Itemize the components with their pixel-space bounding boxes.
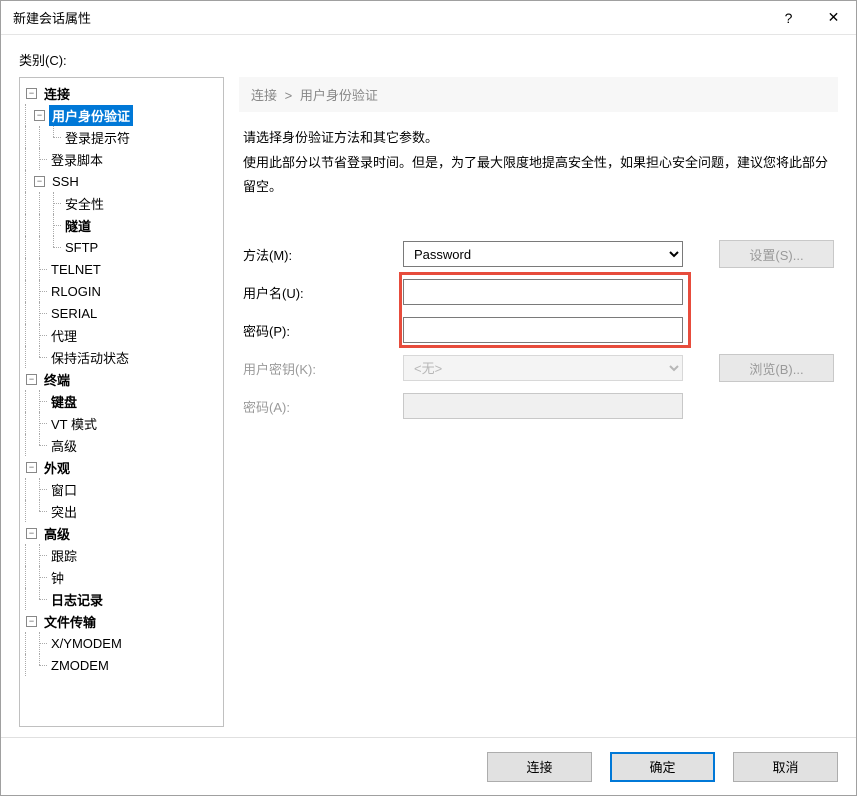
tree-item-log[interactable]: 日志记录 (20, 588, 223, 610)
method-select[interactable]: Password (403, 241, 683, 267)
collapse-icon[interactable]: − (34, 176, 45, 187)
password-input[interactable] (403, 317, 683, 343)
collapse-icon[interactable]: − (26, 528, 37, 539)
password-label: 密码(P): (243, 321, 403, 340)
collapse-icon[interactable]: − (26, 616, 37, 627)
cancel-button[interactable]: 取消 (733, 752, 838, 782)
ok-button[interactable]: 确定 (610, 752, 715, 782)
main-area: − 连接 − 用户身份验证 (19, 77, 838, 727)
tree-item-filetransfer[interactable]: − 文件传输 (20, 610, 223, 632)
content-panel: 连接 > 用户身份验证 请选择身份验证方法和其它参数。 使用此部分以节省登录时间… (239, 77, 838, 727)
settings-button[interactable]: 设置(S)... (719, 240, 834, 268)
tree-item-serial[interactable]: SERIAL (20, 302, 223, 324)
username-label: 用户名(U): (243, 283, 403, 302)
method-label: 方法(M): (243, 245, 403, 264)
tree-item-security[interactable]: 安全性 (20, 192, 223, 214)
collapse-icon[interactable]: − (26, 374, 37, 385)
tree-item-zmodem[interactable]: ZMODEM (20, 654, 223, 676)
tree-item-login-prompt[interactable]: 登录提示符 (20, 126, 223, 148)
close-button[interactable]: ✕ (811, 1, 856, 35)
window-title: 新建会话属性 (13, 8, 766, 27)
tree-item-tunnel[interactable]: 隧道 (20, 214, 223, 236)
passphrase-input (403, 393, 683, 419)
collapse-icon[interactable]: − (26, 88, 37, 99)
category-label: 类别(C): (19, 50, 838, 69)
breadcrumb: 连接 > 用户身份验证 (239, 77, 838, 112)
tree-item-user-auth[interactable]: − 用户身份验证 (20, 104, 223, 126)
breadcrumb-sep: > (285, 88, 293, 103)
tree-item-login-script[interactable]: 登录脚本 (20, 148, 223, 170)
collapse-icon[interactable]: − (34, 110, 45, 121)
desc-line1: 请选择身份验证方法和其它参数。 (243, 126, 834, 151)
breadcrumb-part: 用户身份验证 (300, 88, 378, 103)
tree-item-rlogin[interactable]: RLOGIN (20, 280, 223, 302)
connect-button[interactable]: 连接 (487, 752, 592, 782)
auth-form: 方法(M): Password 设置(S)... 用户名(U): (243, 240, 834, 430)
description: 请选择身份验证方法和其它参数。 使用此部分以节省登录时间。但是，为了最大限度地提… (243, 126, 834, 200)
category-tree[interactable]: − 连接 − 用户身份验证 (19, 77, 224, 727)
userkey-select: <无> (403, 355, 683, 381)
passphrase-label: 密码(A): (243, 397, 403, 416)
userkey-label: 用户密钥(K): (243, 359, 403, 378)
tree-item-xymodem[interactable]: X/YMODEM (20, 632, 223, 654)
titlebar: 新建会话属性 ? ✕ (1, 1, 856, 35)
tree-item-term-advanced[interactable]: 高级 (20, 434, 223, 456)
tree-item-keepalive[interactable]: 保持活动状态 (20, 346, 223, 368)
tree-item-appearance[interactable]: − 外观 (20, 456, 223, 478)
tree-item-keyboard[interactable]: 键盘 (20, 390, 223, 412)
tree-item-trace[interactable]: 跟踪 (20, 544, 223, 566)
dialog-footer: 连接 确定 取消 (1, 737, 856, 795)
tree-item-terminal[interactable]: − 终端 (20, 368, 223, 390)
tree-item-bell[interactable]: 钟 (20, 566, 223, 588)
tree-item-sftp[interactable]: SFTP (20, 236, 223, 258)
tree-item-vtmode[interactable]: VT 模式 (20, 412, 223, 434)
tree-item-highlight[interactable]: 突出 (20, 500, 223, 522)
dialog-body: 类别(C): − 连接 (1, 35, 856, 737)
browse-button[interactable]: 浏览(B)... (719, 354, 834, 382)
desc-line2: 使用此部分以节省登录时间。但是，为了最大限度地提高安全性，如果担心安全问题，建议… (243, 151, 834, 200)
help-button[interactable]: ? (766, 1, 811, 35)
tree-item-ssh[interactable]: − SSH (20, 170, 223, 192)
username-input[interactable] (403, 279, 683, 305)
tree-item-advanced[interactable]: − 高级 (20, 522, 223, 544)
dialog-window: 新建会话属性 ? ✕ 类别(C): − 连接 (0, 0, 857, 796)
tree-item-window[interactable]: 窗口 (20, 478, 223, 500)
breadcrumb-part: 连接 (251, 88, 277, 103)
tree-item-connection[interactable]: − 连接 (20, 82, 223, 104)
tree-item-telnet[interactable]: TELNET (20, 258, 223, 280)
collapse-icon[interactable]: − (26, 462, 37, 473)
tree-item-proxy[interactable]: 代理 (20, 324, 223, 346)
